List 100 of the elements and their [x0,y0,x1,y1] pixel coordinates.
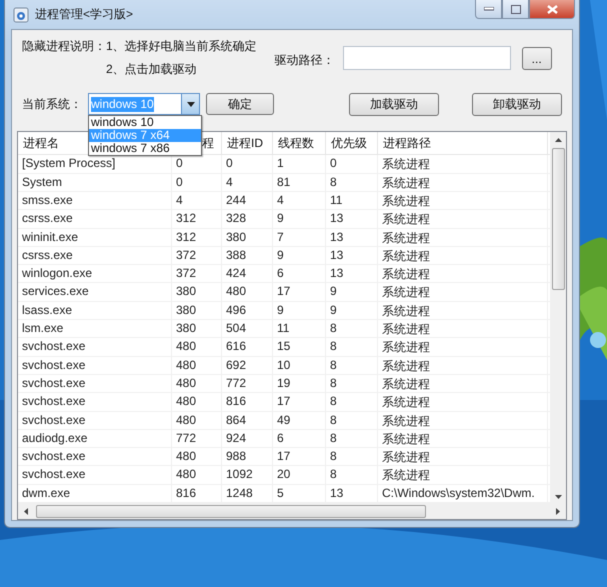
table-cell: 17 [277,394,290,408]
table-cell: 系统进程 [382,157,430,172]
table-cell: 772 [176,430,196,445]
table-cell: 系统进程 [382,230,430,245]
table-cell: C:\Windows\system32\Dwm. [382,486,535,500]
load-driver-button[interactable]: 加载驱动 [349,92,439,116]
caret-icon [186,102,194,107]
table-cell: 13 [330,211,344,226]
table-cell: 692 [226,358,246,372]
table-cell: 系统进程 [382,395,430,410]
table-cell: 0 [176,174,183,189]
scroll-thumb[interactable] [552,148,564,290]
table-cell: svchost.exe [22,449,86,464]
instruction-text: 1、选择好电脑当前系统确定 [106,38,257,56]
table-cell: 4 [176,192,183,207]
table-cell: 8 [330,376,337,390]
table-cell: 9 [330,284,337,298]
close-button[interactable] [529,0,575,19]
table-cell: 0 [176,156,183,170]
minimize-button[interactable] [475,0,502,19]
table-cell: svchost.exe [22,339,86,354]
table-cell: 372 [176,266,196,280]
table-cell: svchost.exe [22,394,86,408]
close-icon [546,4,558,14]
table-cell: 4 [226,174,233,189]
table-cell: svchost.exe [22,376,86,390]
table-cell: 系统进程 [382,414,430,428]
table-cell: 6 [277,430,284,445]
table-cell: 480 [176,376,196,390]
gear-icon [13,6,29,23]
window-title: 进程管理<学习版> [35,6,134,24]
table-cell: 424 [226,266,246,280]
table-cell: 系统进程 [382,212,430,226]
table-cell: 864 [226,412,246,427]
table-cell: 8 [330,467,337,482]
instructions-label: 隐藏进程说明： [22,38,106,56]
down-arrow-icon [554,495,562,499]
table-cell: lsm.exe [22,321,64,336]
table-cell: 系统进程 [382,340,430,354]
table-cell: 系统进程 [382,176,430,190]
table-cell: 系统进程 [382,285,430,300]
maximize-button[interactable] [502,0,529,19]
table-cell: 13 [330,486,344,500]
table-cell: 8 [330,321,337,336]
table-cell: svchost.exe [22,358,86,372]
dropdown-option[interactable]: windows 7 x86 [89,142,201,156]
maximize-icon [510,4,520,14]
table-cell: smss.exe [22,192,73,207]
table-cell: 504 [226,321,246,336]
table-cell: [System Process] [22,156,116,170]
column-header[interactable]: 程 [202,136,214,150]
table-cell: 81 [277,174,290,189]
table-cell: 312 [176,211,196,226]
column-header[interactable]: 优先级 [331,136,367,150]
table-cell: 8 [330,412,337,427]
table-cell: 480 [176,449,196,464]
table-cell: services.exe [22,284,89,298]
right-arrow-icon [556,508,560,514]
unload-driver-button[interactable]: 卸载驱动 [472,92,562,116]
table-cell: 480 [176,467,196,482]
table-cell: 0 [330,156,337,170]
confirm-button[interactable]: 确定 [206,93,274,116]
column-header[interactable]: 进程路径 [383,136,431,150]
scroll-thumb[interactable] [36,504,426,518]
table-cell: 10 [277,358,290,372]
up-arrow-icon [554,138,562,142]
table-cell: 1248 [226,486,253,500]
table-cell: 11 [330,192,342,207]
table-cell: audiodg.exe [22,430,88,445]
table-cell: 8 [330,394,337,408]
minimize-icon [484,7,494,11]
table-cell: 4 [277,192,284,207]
table-cell: 系统进程 [382,322,430,336]
column-header[interactable]: 进程名 [23,136,59,150]
table-cell: 244 [226,192,246,207]
system-label: 当前系统： [22,96,82,113]
table-cell: 8 [330,174,337,189]
browse-button[interactable]: ... [522,47,552,70]
column-header[interactable]: 进程ID [227,136,263,150]
driver-path-field[interactable] [342,46,511,70]
table-cell: 系统进程 [382,304,430,318]
left-arrow-icon [24,508,28,514]
dropdown-option[interactable]: windows 10 [89,116,201,130]
table-cell: 19 [277,376,290,390]
table-cell: lsass.exe [22,302,72,317]
column-header[interactable]: 线程数 [278,136,314,150]
table-cell: 49 [277,412,290,427]
table-cell: winlogon.exe [22,266,92,280]
table-cell: 924 [226,430,246,445]
table-cell: 480 [176,358,196,372]
table-cell: 8 [330,358,337,372]
table-cell: 480 [176,394,196,408]
horizontal-scrollbar[interactable] [18,503,566,519]
table-cell: 328 [226,211,246,226]
vertical-scrollbar[interactable] [550,132,566,503]
table-cell: csrss.exe [22,248,73,262]
table-cell: 8 [330,449,337,464]
table-cell: 1092 [226,467,253,482]
table-cell: 312 [176,230,196,244]
table-cell: 系统进程 [382,450,430,464]
